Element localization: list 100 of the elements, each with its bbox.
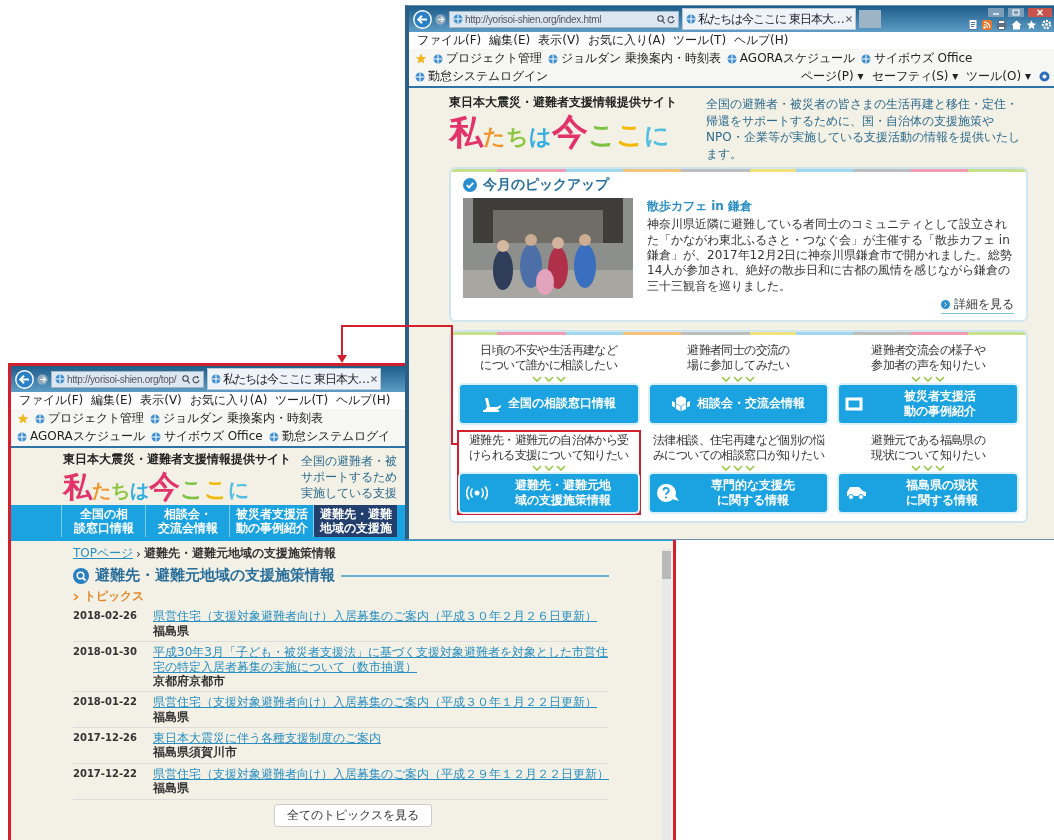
chevrons-icon — [911, 375, 946, 383]
search-icon[interactable] — [657, 14, 665, 24]
browser-tab[interactable]: 私たちは今ここに 東日本大… — [682, 8, 856, 30]
address-field[interactable]: http://yorisoi-shien.org/top/ — [51, 370, 205, 388]
tagline-text: 全国の避難者・被災者の皆さまの生活再建と移住・定住・帰還をサポートするために、国・自治体の支援施策やNPO・企業等が実施している支援活動の情報を提供いたします。 — [706, 96, 1021, 163]
chevrons-icon — [911, 465, 946, 473]
command-menu[interactable]: ページ(P) ▾ — [801, 68, 864, 85]
menu-item[interactable]: お気に入り(A) — [587, 32, 666, 49]
chevrons-icon — [531, 465, 566, 473]
arrow-circle-icon — [941, 300, 950, 309]
car-icon — [845, 486, 868, 501]
question-text: 避難先・避難元の自治体から受けられる支援について知りたい — [468, 432, 630, 464]
nav-item[interactable]: 避難先・避難地域の支援施 — [313, 504, 397, 538]
globe-icon — [268, 431, 279, 442]
globe-icon — [17, 431, 27, 442]
breadcrumb-separator: › — [136, 546, 141, 561]
globe-icon — [150, 431, 161, 442]
globe-icon — [150, 413, 160, 424]
tagline-text: 全国の避難者・被 — [301, 453, 397, 470]
menu-item[interactable]: 表示(V) — [538, 32, 580, 49]
menu-item[interactable]: ツール(T) — [275, 392, 329, 409]
favorite-link[interactable]: ジョルダン 乗換案内・時刻表 — [150, 410, 323, 427]
favorite-link[interactable]: AGORAスケジュール — [17, 428, 145, 445]
chevrons-icon — [721, 465, 756, 473]
back-icon[interactable] — [413, 9, 432, 29]
article-title[interactable]: 散歩カフェ in 鎌倉 — [647, 198, 1014, 216]
favorite-link[interactable]: 勤怠システムログイン — [415, 68, 548, 85]
chair-icon — [481, 395, 502, 412]
refresh-icon[interactable] — [667, 14, 675, 24]
forward-icon[interactable] — [435, 13, 446, 25]
settings-icon[interactable] — [1041, 19, 1052, 30]
menu-item[interactable]: 編集(E) — [489, 32, 531, 49]
site-subtitle: 東日本大震災・避難者支援情報提供サイト — [63, 451, 291, 468]
menu-item[interactable]: 編集(E) — [91, 392, 133, 409]
star-icon — [415, 52, 427, 65]
site-logo[interactable]: 私たちは今ここに — [449, 113, 677, 151]
details-link[interactable]: 詳細を見る — [941, 296, 1014, 314]
globe-icon — [211, 374, 222, 384]
refresh-icon[interactable] — [192, 374, 201, 384]
close-icon[interactable] — [370, 376, 377, 382]
command-menu[interactable]: セーフティ(S) ▾ — [871, 68, 959, 85]
topic-date: 2017-12-26 — [73, 731, 138, 746]
close-icon[interactable] — [845, 16, 852, 22]
signal-icon — [466, 486, 488, 501]
browser-tab[interactable]: 私たちは今ここに 東日本大… — [207, 368, 381, 390]
topic-date: 2018-01-30 — [73, 645, 138, 660]
favorite-link[interactable]: 勤怠システムログイ — [268, 428, 390, 445]
menu-item[interactable]: ファイル(F) — [417, 32, 482, 49]
favorite-link[interactable]: プロジェクト管理 — [35, 410, 144, 427]
tagline-text: サポートするため — [301, 469, 397, 486]
site-subtitle: 東日本大震災・避難者支援情報提供サイト — [449, 94, 677, 111]
menu-item[interactable]: お気に入り(A) — [189, 392, 268, 409]
globe-icon — [726, 53, 737, 64]
favorite-link[interactable]: ジョルダン 乗換案内・時刻表 — [548, 50, 721, 67]
page-heading: 避難先・避難元地域の支援施策情報 — [95, 566, 335, 586]
forward-icon[interactable] — [37, 373, 48, 385]
print-icon[interactable] — [996, 19, 1007, 30]
globe-icon — [860, 53, 871, 64]
globe-icon — [55, 374, 65, 384]
site-logo[interactable]: 私たちは今ここに — [63, 470, 291, 503]
favorite-link[interactable]: プロジェクト管理 — [433, 50, 542, 67]
topic-place: 福島県須賀川市 — [153, 745, 238, 760]
section-heading: 今月のピックアップ — [483, 176, 609, 195]
tagline-text: 実施している支援 — [301, 485, 397, 502]
command-menu[interactable]: ツール(O) ▾ — [966, 68, 1031, 85]
menu-item[interactable]: ツール(T) — [673, 32, 727, 49]
question-text: 法律相談、住宅再建など個別の悩みについての相談窓口が知りたい — [652, 432, 826, 464]
globe-icon — [548, 53, 558, 64]
all-topics-button[interactable]: 全てのトピックスを見る — [274, 803, 432, 827]
favorite-link[interactable]: サイボウズ Office — [150, 428, 263, 445]
topic-place: 京都府京都市 — [153, 673, 226, 689]
help-icon[interactable] — [1039, 71, 1050, 82]
search-icon — [73, 567, 89, 584]
question-text: 日頃の不安や生活再建などについて誰かに相談したい — [479, 343, 619, 374]
favorite-link[interactable]: サイボウズ Office — [860, 50, 973, 67]
chevron-icon — [73, 592, 79, 601]
topic-place: 福島県 — [153, 781, 190, 796]
globe-icon — [453, 14, 463, 24]
close-icon[interactable] — [1028, 8, 1052, 17]
monitor-icon — [845, 396, 864, 411]
globe-icon — [35, 413, 45, 424]
section-heading: トピックス — [84, 588, 144, 606]
cubes-icon — [671, 394, 692, 413]
question-text: 避難元である福島県の現状について知りたい — [870, 432, 987, 464]
search-icon[interactable] — [182, 374, 191, 384]
page-icon[interactable] — [968, 19, 978, 30]
feed-icon[interactable] — [982, 19, 992, 30]
address-field[interactable]: http://yorisoi-shien.org/index.html — [449, 10, 679, 28]
favorite-link[interactable]: AGORAスケジュール — [726, 50, 855, 67]
menu-item[interactable]: ヘルプ(H) — [734, 32, 789, 49]
chevrons-icon — [531, 375, 566, 383]
menu-item[interactable]: 表示(V) — [140, 392, 182, 409]
menu-item[interactable]: ヘルプ(H) — [336, 392, 391, 409]
breadcrumb-current: 避難先・避難元地域の支援施策情報 — [143, 545, 336, 563]
back-icon[interactable] — [15, 369, 34, 389]
home-icon[interactable] — [1011, 19, 1022, 30]
topic-place: 福島県 — [153, 623, 190, 639]
scrollbar[interactable] — [662, 549, 671, 840]
star-icon[interactable] — [1026, 19, 1037, 30]
menu-item[interactable]: ファイル(F) — [19, 392, 84, 409]
